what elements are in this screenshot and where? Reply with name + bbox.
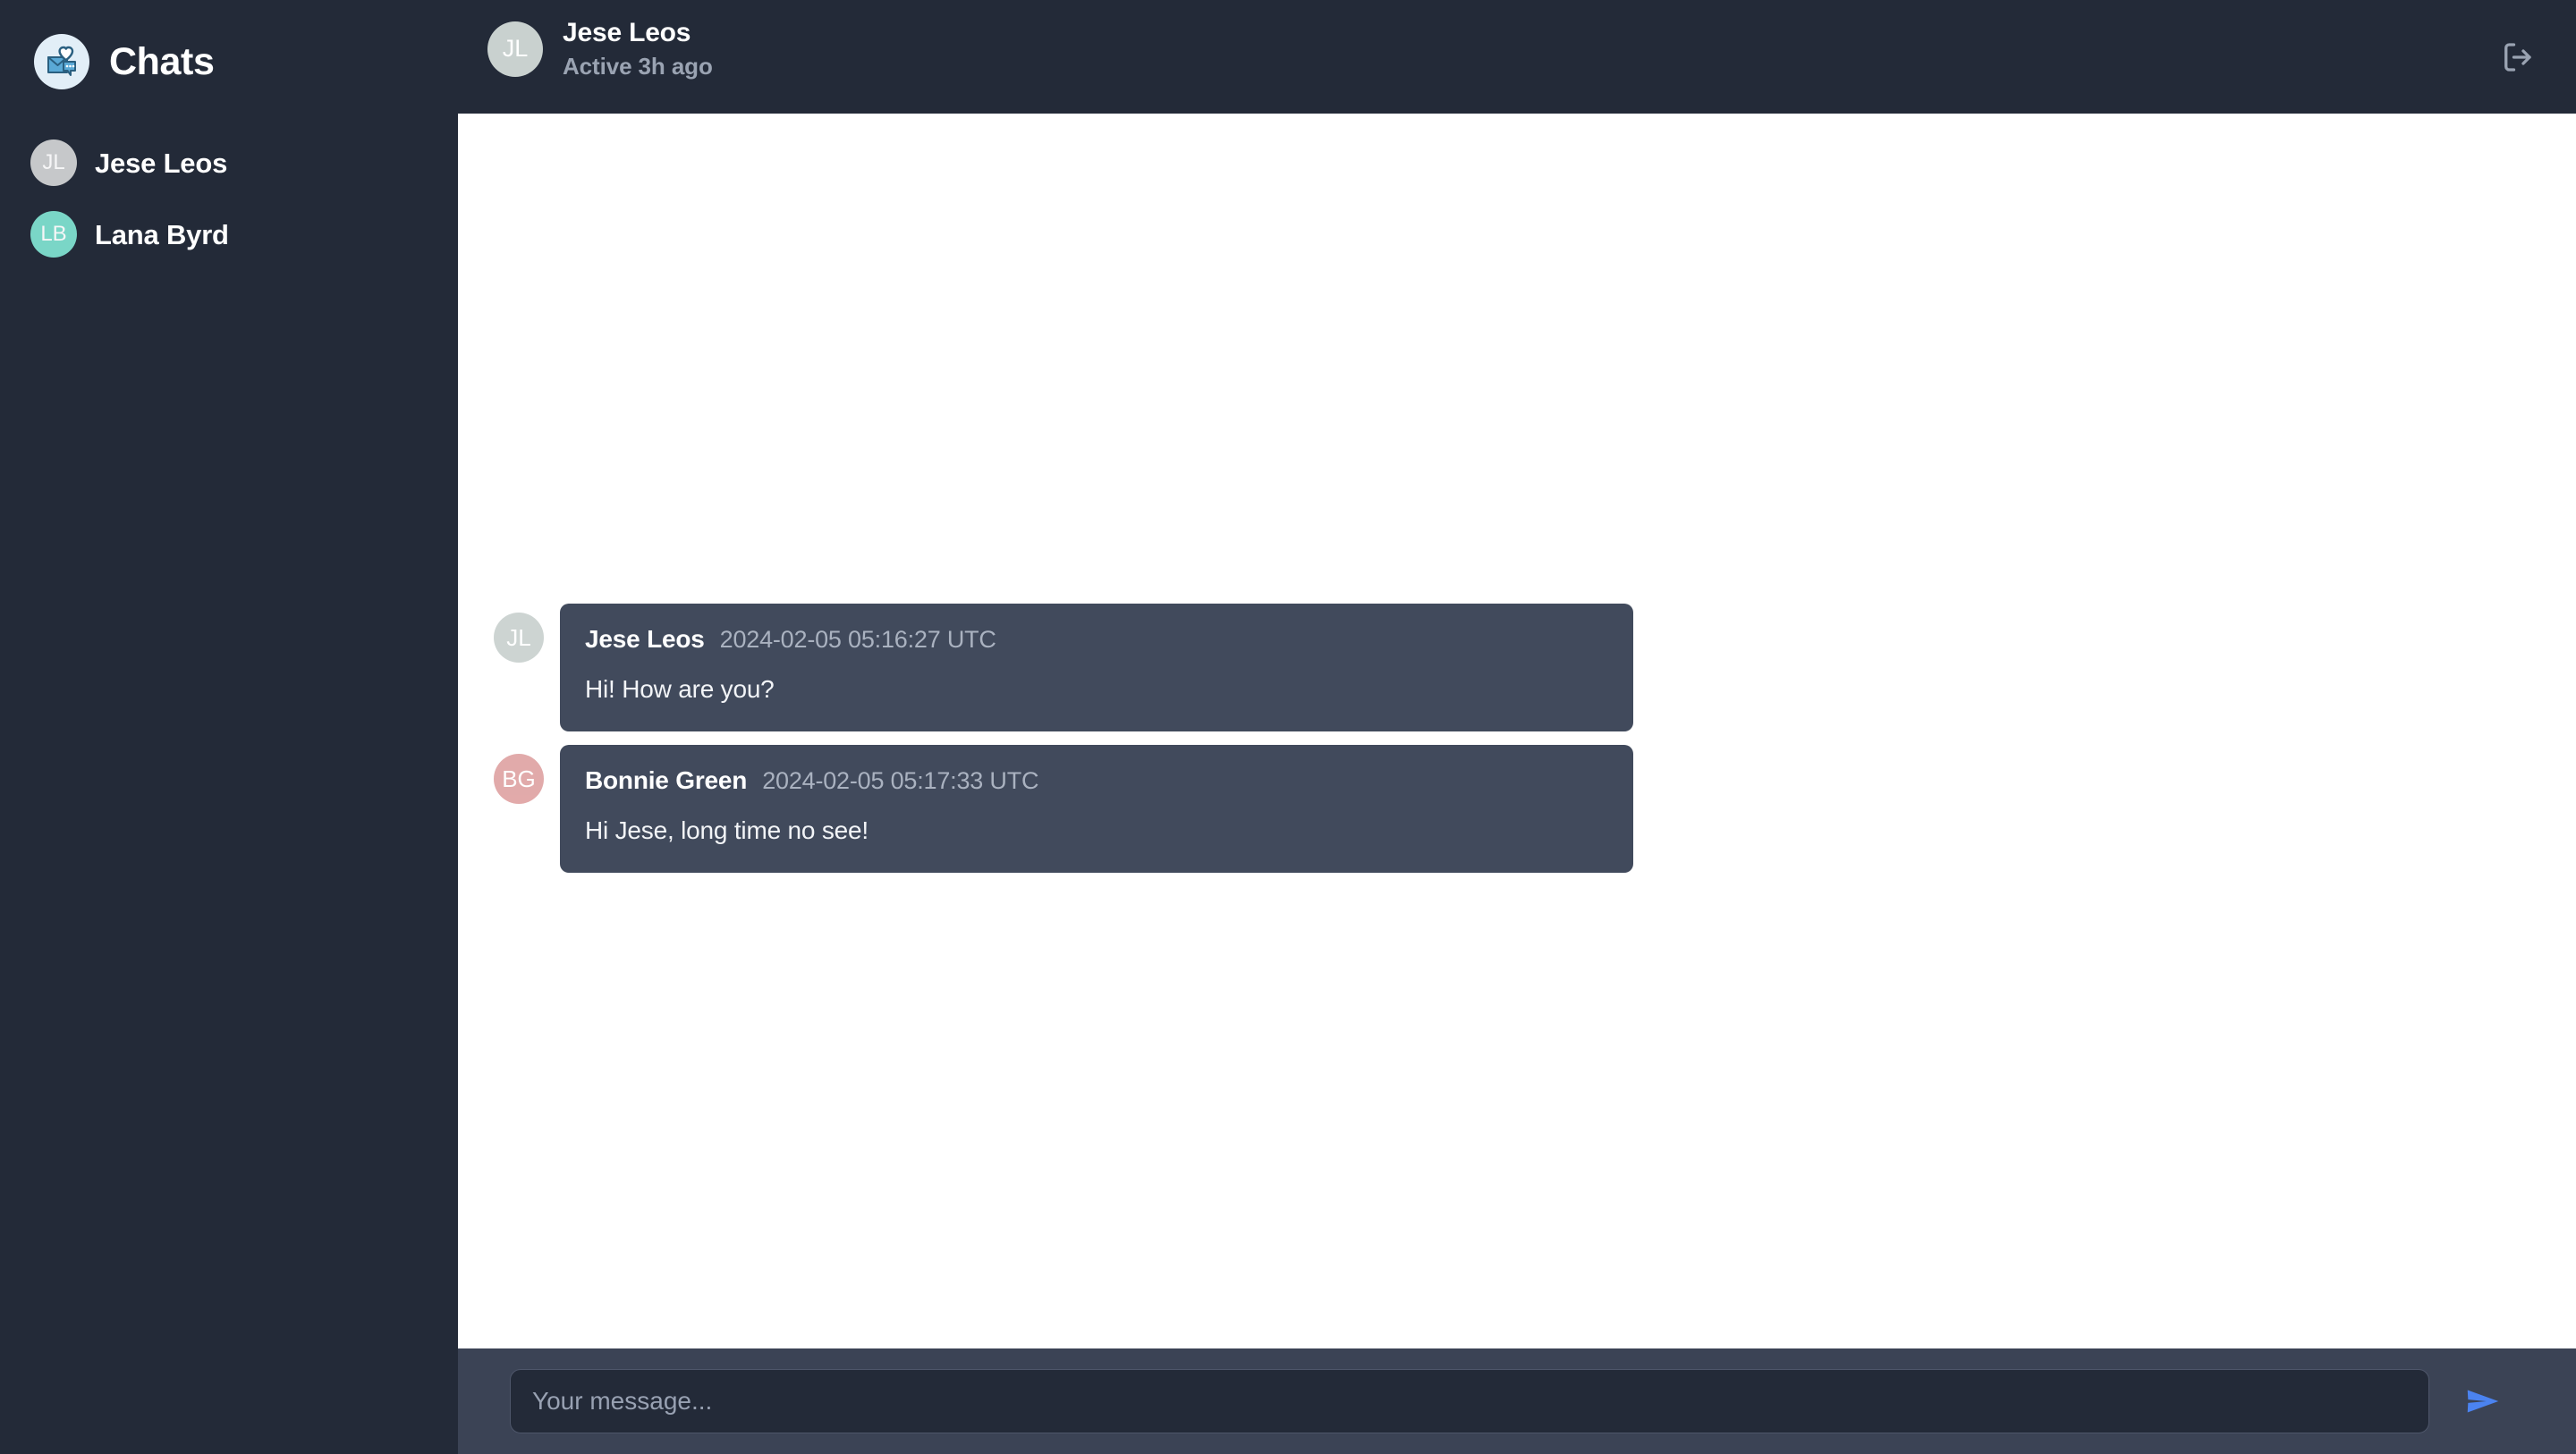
message-sender: Jese Leos: [585, 625, 705, 653]
avatar: JL: [487, 21, 543, 77]
send-button[interactable]: [2429, 1369, 2537, 1433]
message-input[interactable]: [510, 1369, 2429, 1433]
logout-icon[interactable]: [2496, 36, 2538, 79]
sidebar-item-jese-leos[interactable]: JL Jese Leos: [30, 139, 227, 186]
chat-app: Chats JL Jese Leos LB Lana Byrd JL Jese …: [0, 0, 2576, 1454]
message-bubble: Bonnie Green 2024-02-05 05:17:33 UTC Hi …: [560, 745, 1633, 873]
sidebar-item-label: Lana Byrd: [95, 218, 229, 250]
message-row: JL Jese Leos 2024-02-05 05:16:27 UTC Hi!…: [458, 604, 2576, 731]
message-timestamp: 2024-02-05 05:16:27 UTC: [719, 626, 996, 653]
message-row: BG Bonnie Green 2024-02-05 05:17:33 UTC …: [458, 745, 2576, 873]
message-meta: Jese Leos 2024-02-05 05:16:27 UTC: [585, 625, 1608, 654]
message-meta: Bonnie Green 2024-02-05 05:17:33 UTC: [585, 766, 1608, 795]
brand: Chats: [34, 34, 215, 89]
message-list: JL Jese Leos 2024-02-05 05:16:27 UTC Hi!…: [458, 114, 2576, 1348]
message-composer: [458, 1348, 2576, 1454]
mail-heart-chat-icon: [34, 34, 89, 89]
sidebar: Chats JL Jese Leos LB Lana Byrd: [0, 0, 458, 1454]
message-text: Hi Jese, long time no see!: [585, 816, 869, 844]
message-sender: Bonnie Green: [585, 766, 748, 794]
message-text: Hi! How are you?: [585, 675, 775, 703]
message-timestamp: 2024-02-05 05:17:33 UTC: [762, 767, 1039, 794]
send-paper-plane-icon: [2467, 1390, 2499, 1413]
sidebar-item-label: Jese Leos: [95, 147, 228, 179]
message-bubble: Jese Leos 2024-02-05 05:16:27 UTC Hi! Ho…: [560, 604, 1633, 731]
avatar: LB: [30, 211, 77, 258]
status-badge: Active 3h ago: [563, 53, 713, 80]
sidebar-item-lana-byrd[interactable]: LB Lana Byrd: [30, 211, 229, 258]
messages-container: JL Jese Leos 2024-02-05 05:16:27 UTC Hi!…: [458, 604, 2576, 873]
avatar: BG: [494, 754, 544, 804]
page-title: Chats: [109, 39, 215, 83]
peer-info: JL Jese Leos Active 3h ago: [487, 20, 713, 78]
avatar: JL: [30, 139, 77, 186]
peer-name: Jese Leos: [563, 18, 691, 47]
avatar: JL: [494, 613, 544, 663]
peer-text: Jese Leos Active 3h ago: [563, 18, 713, 80]
